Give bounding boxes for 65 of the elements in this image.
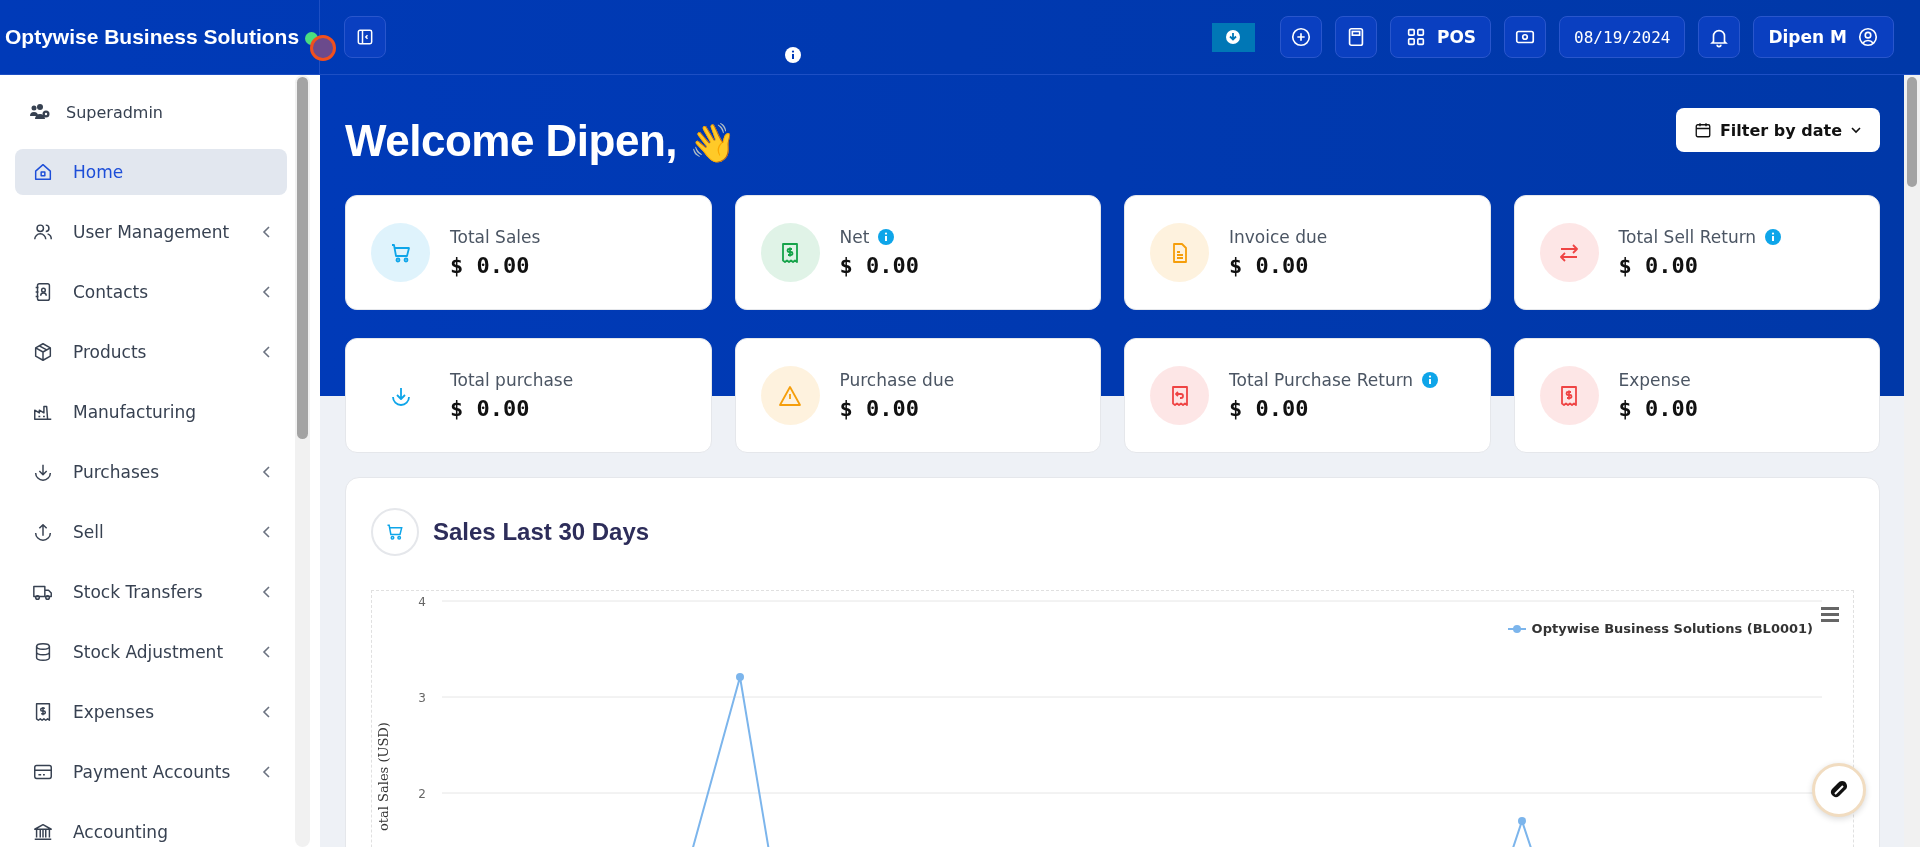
sidebar-item[interactable]: Stock Transfers: [15, 569, 287, 615]
stat-value: $ 0.00: [1618, 396, 1698, 421]
stat-label: Net: [839, 227, 870, 247]
plus-circle-icon: [1289, 26, 1312, 48]
stat-label: Invoice due: [1229, 227, 1328, 247]
download-button[interactable]: [1211, 22, 1255, 52]
date-button[interactable]: 08/19/2024: [1559, 16, 1686, 58]
calculator-button[interactable]: [1334, 16, 1377, 58]
sidebar-item[interactable]: Payment Accounts: [15, 749, 287, 795]
y-axis-label: otal Sales (USD): [376, 722, 391, 831]
role-label: Superadmin: [66, 102, 163, 122]
info-icon[interactable]: [785, 47, 801, 63]
chevron-down-icon: [1850, 124, 1862, 136]
chart-title: Sales Last 30 Days: [433, 518, 650, 546]
stat-value: $ 0.00: [1618, 253, 1699, 278]
sidebar-item[interactable]: Stock Adjustment: [15, 629, 287, 675]
welcome-heading: Welcome Dipen, 👋: [345, 116, 736, 166]
stat-label: Total purchase: [450, 370, 574, 390]
sidebar-item[interactable]: Accounting: [15, 809, 287, 847]
filter-by-date-button[interactable]: Filter by date: [1675, 108, 1880, 152]
cart-icon: [371, 508, 419, 556]
stat-value: $ 0.00: [1229, 253, 1310, 278]
home-icon: [32, 161, 54, 183]
pos-button[interactable]: POS: [1389, 16, 1492, 58]
sidebar-item[interactable]: Manufacturing: [15, 389, 287, 435]
stat-value: $ 0.00: [839, 253, 919, 278]
menu-icon[interactable]: [1821, 607, 1839, 622]
stat-label: Expense: [1618, 370, 1691, 390]
sidebar-item[interactable]: Products: [15, 329, 287, 375]
stat-value: $ 0.00: [839, 396, 920, 421]
notifications-button[interactable]: [1698, 16, 1741, 58]
sidebar-item[interactable]: Sell: [15, 509, 287, 555]
stat-label: Total Purchase Return: [1229, 370, 1414, 390]
scrollbar[interactable]: [1904, 75, 1920, 847]
record-indicator-icon: [310, 35, 336, 61]
legend-marker-icon: [1507, 623, 1526, 634]
stat-label: Purchase due: [839, 370, 955, 390]
y-tick-label: 2: [418, 786, 426, 803]
sidebar-item[interactable]: User Management: [15, 209, 287, 255]
cash-button[interactable]: [1504, 16, 1547, 58]
box-icon: [32, 341, 54, 363]
sidebar-toggle-icon: [355, 27, 375, 47]
add-button[interactable]: [1279, 16, 1322, 58]
stat-value: $ 0.00: [450, 396, 531, 421]
bank-icon: [32, 821, 54, 843]
sidebar-item[interactable]: Home: [15, 149, 287, 195]
sidebar-toggle-button[interactable]: [344, 16, 386, 58]
stat-label: Total Sales: [450, 227, 541, 247]
download-icon: [1225, 29, 1242, 45]
y-tick-label: 3: [418, 690, 426, 707]
up-icon: [32, 521, 54, 543]
sidebar-item[interactable]: Expenses: [15, 689, 287, 735]
scrollbar[interactable]: [295, 75, 310, 847]
stat-value: $ 0.00: [1229, 396, 1310, 421]
stat-label: Total Sell Return: [1618, 227, 1757, 247]
sidebar-item[interactable]: Purchases: [15, 449, 287, 495]
stat-value: $ 0.00: [450, 253, 531, 278]
brand-title: Optywise Business Solutions: [5, 25, 300, 49]
user-icon: [1857, 26, 1879, 48]
user-menu-button[interactable]: Dipen M: [1753, 16, 1894, 58]
user-group-icon: [29, 103, 51, 121]
sidebar-item[interactable]: Contacts: [15, 269, 287, 315]
calendar-icon: [1693, 121, 1712, 139]
legend-item[interactable]: Optywise Business Solutions (BL0001): [1507, 621, 1813, 636]
y-tick-label: 4: [418, 594, 426, 611]
